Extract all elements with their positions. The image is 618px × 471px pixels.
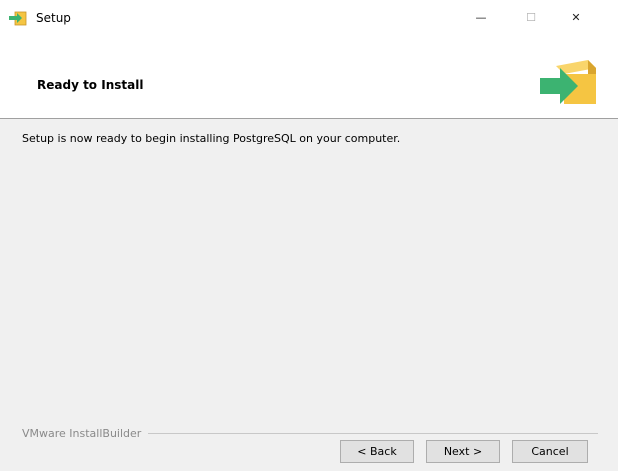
title-bar: Setup — ☐ ✕ bbox=[0, 0, 618, 38]
footer-brand: VMware InstallBuilder bbox=[0, 427, 618, 440]
maximize-button[interactable]: ☐ bbox=[508, 0, 554, 34]
cancel-button[interactable]: Cancel bbox=[512, 440, 588, 463]
close-icon: ✕ bbox=[571, 10, 581, 24]
close-button[interactable]: ✕ bbox=[553, 0, 599, 34]
next-button[interactable]: Next > bbox=[426, 440, 500, 463]
wizard-header: Ready to Install bbox=[0, 38, 618, 118]
window-title: Setup bbox=[36, 11, 71, 25]
minimize-icon: — bbox=[475, 10, 487, 24]
maximize-icon: ☐ bbox=[526, 10, 536, 24]
install-box-arrow-icon bbox=[538, 54, 600, 110]
footer-divider bbox=[148, 433, 598, 434]
back-button[interactable]: < Back bbox=[340, 440, 414, 463]
page-title: Ready to Install bbox=[37, 78, 144, 92]
brand-label: VMware InstallBuilder bbox=[22, 427, 142, 440]
minimize-button[interactable]: — bbox=[458, 0, 504, 34]
ready-message: Setup is now ready to begin installing P… bbox=[22, 132, 401, 145]
header-divider bbox=[0, 118, 618, 119]
install-box-icon bbox=[8, 9, 28, 27]
